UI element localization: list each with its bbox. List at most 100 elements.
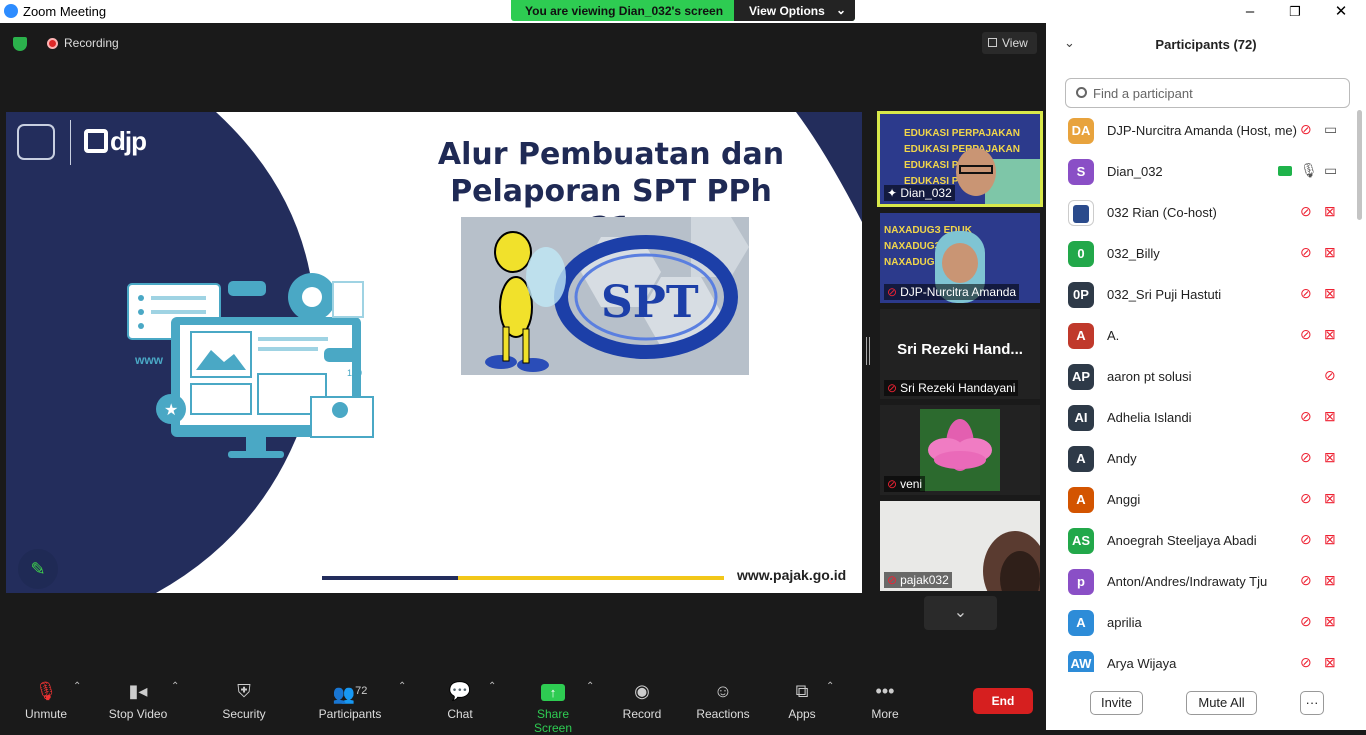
participant-row[interactable]: AP aaron pt solusi ⊘ <box>1046 356 1356 397</box>
participant-row[interactable]: AI Adhelia Islandi ⊘ ⊠ <box>1046 397 1356 438</box>
tile-name-label: ⊘ Sri Rezeki Handayani <box>884 380 1019 396</box>
participant-search-input[interactable]: Find a participant <box>1065 78 1350 108</box>
more-options-button[interactable]: ··· <box>1300 691 1324 715</box>
video-off-icon[interactable]: ⊠ <box>1324 531 1336 548</box>
share-screen-button[interactable]: ↑ Share Screen <box>517 679 589 735</box>
video-camera-icon[interactable]: ▭ <box>1324 121 1337 138</box>
reactions-button[interactable]: ☺ Reactions <box>694 679 752 721</box>
participant-row[interactable]: AW Arya Wijaya ⊘ ⊠ <box>1046 643 1356 672</box>
video-tile[interactable]: EDUKASI PERPAJAKAN EDUKASI PERPAJAKAN ED… <box>877 111 1043 207</box>
viewing-message: You are viewing Dian_032's screen <box>525 4 724 18</box>
participant-row[interactable]: p Anton/Andres/Indrawaty Tju ⊘ ⊠ <box>1046 561 1356 602</box>
scrollbar-thumb[interactable] <box>1357 110 1362 220</box>
end-meeting-button[interactable]: End <box>973 688 1033 714</box>
video-off-icon[interactable]: ⊠ <box>1324 326 1336 343</box>
mic-icon[interactable]: 🎙 <box>1300 162 1318 179</box>
pen-icon: ✎ <box>30 559 46 579</box>
participant-name: DJP-Nurcitra Amanda (Host, me) <box>1107 123 1297 138</box>
video-camera-icon[interactable]: ▭ <box>1324 162 1337 179</box>
participant-row[interactable]: A Anggi ⊘ ⊠ <box>1046 479 1356 520</box>
participant-row[interactable]: A Andy ⊘ ⊠ <box>1046 438 1356 479</box>
search-icon <box>1076 87 1087 98</box>
encryption-shield-icon[interactable] <box>13 37 27 51</box>
apps-icon: ⧉ <box>795 681 809 701</box>
muted-mic-icon[interactable]: ⊘ <box>1300 531 1312 548</box>
participant-list-scrollbar[interactable] <box>1356 110 1363 670</box>
maximize-button[interactable]: ❐ <box>1272 0 1318 23</box>
video-off-icon[interactable]: ⊠ <box>1324 408 1336 425</box>
video-off-icon[interactable]: ⊠ <box>1324 490 1336 507</box>
video-off-icon[interactable]: ⊠ <box>1324 572 1336 589</box>
kemenkeu-logo-icon <box>1073 205 1089 223</box>
participant-avatar: A <box>1068 610 1094 636</box>
record-button[interactable]: ◉ Record <box>620 679 664 721</box>
video-off-icon[interactable]: ⊠ <box>1324 449 1336 466</box>
mute-all-button[interactable]: Mute All <box>1186 691 1257 715</box>
muted-mic-icon[interactable]: ⊘ <box>1300 613 1312 630</box>
muted-mic-icon[interactable]: ⊘ <box>1300 203 1312 220</box>
muted-mic-icon[interactable]: ⊘ <box>1300 654 1312 671</box>
caret-up-icon: ⌃ <box>171 681 180 692</box>
share-screen-icon: ↑ <box>517 679 589 703</box>
muted-mic-icon[interactable]: ⊘ <box>1300 244 1312 261</box>
participant-name: Anoegrah Steeljaya Abadi <box>1107 533 1257 548</box>
participant-row[interactable]: Aaprilia ⊘ ⊠ <box>1046 602 1356 643</box>
participant-name: 032 Rian (Co-host) <box>1107 205 1217 220</box>
participant-row[interactable]: S Dian_032 🎙 ▭ <box>1046 151 1356 192</box>
video-tile[interactable]: Sri Rezeki Hand... ⊘ Sri Rezeki Handayani <box>880 309 1040 399</box>
annotate-pen-button[interactable]: ✎ <box>18 549 58 589</box>
splitter-handle[interactable] <box>866 337 870 365</box>
video-off-icon[interactable]: ⊠ <box>1324 654 1336 671</box>
meeting-toolbar: 🎙 Unmute ⌃ ▮◂ Stop Video ⌃ ⛨ Security 👥72 Pa… <box>0 671 1046 735</box>
participant-row[interactable]: DA DJP-Nurcitra Amanda (Host, me) ⊘ ▭ <box>1046 110 1356 151</box>
muted-mic-icon[interactable]: ⊘ <box>1300 326 1312 343</box>
viewing-banner: You are viewing Dian_032's screen View O… <box>511 0 855 21</box>
caret-up-icon: ⌃ <box>398 681 407 692</box>
invite-button[interactable]: Invite <box>1090 691 1143 715</box>
search-placeholder: Find a participant <box>1093 86 1193 101</box>
muted-mic-icon[interactable]: ⊘ <box>1300 285 1312 302</box>
tile-display-name: Sri Rezeki Hand... <box>897 341 1023 358</box>
djp-logo-text: djp <box>110 126 147 156</box>
unmute-button[interactable]: 🎙 Unmute <box>22 679 70 721</box>
minimize-button[interactable]: – <box>1227 0 1273 23</box>
stop-video-button[interactable]: ▮◂ Stop Video <box>106 679 170 721</box>
footer-bar-navy <box>322 576 458 580</box>
apps-button[interactable]: ⧉ Apps <box>786 679 818 721</box>
muted-mic-icon[interactable]: ⊘ <box>1324 367 1336 384</box>
video-tile[interactable]: NAXADUGЗ EDUK NAXADUGЗ EDUK NAXADUGЗ EDU… <box>880 213 1040 303</box>
djp-logo: djp <box>84 126 147 157</box>
participants-button[interactable]: 👥72 Participants <box>316 679 384 721</box>
video-tile[interactable]: ⊘ pajak032 <box>880 501 1040 591</box>
muted-mic-icon[interactable]: ⊘ <box>1300 121 1312 138</box>
recording-label[interactable]: Recording <box>64 36 119 50</box>
muted-mic-icon[interactable]: ⊘ <box>1300 490 1312 507</box>
participant-row[interactable]: AS Anoegrah Steeljaya Abadi ⊘ ⊠ <box>1046 520 1356 561</box>
website-url: www.pajak.go.id <box>737 567 847 583</box>
svg-text:EDUKASI PERPAJAKAN: EDUKASI PERPAJAKAN <box>904 144 1020 155</box>
view-button[interactable]: View <box>982 32 1037 54</box>
participant-row[interactable]: 0P 032_Sri Puji Hastuti ⊘ ⊠ <box>1046 274 1356 315</box>
video-off-icon[interactable]: ⊠ <box>1324 613 1336 630</box>
video-off-icon[interactable]: ⊠ <box>1324 244 1336 261</box>
participant-row[interactable]: A A. ⊘ ⊠ <box>1046 315 1356 356</box>
caret-up-icon: ⌃ <box>488 681 497 692</box>
video-tile[interactable]: ⊘ veni <box>880 405 1040 495</box>
chat-bubble-icon: 💬 <box>448 681 472 701</box>
view-options-button[interactable]: View Options ⌄ <box>734 0 855 21</box>
video-off-icon[interactable]: ⊠ <box>1324 285 1336 302</box>
chat-button[interactable]: 💬 Chat <box>444 679 476 721</box>
video-off-icon[interactable]: ⊠ <box>1324 203 1336 220</box>
participant-row[interactable]: 0 032_Billy ⊘ ⊠ <box>1046 233 1356 274</box>
security-button[interactable]: ⛨ Security <box>220 679 268 721</box>
muted-mic-icon[interactable]: ⊘ <box>1300 408 1312 425</box>
participant-row[interactable]: 032 Rian (Co-host) ⊘ ⊠ <box>1046 192 1356 233</box>
close-button[interactable]: ✕ <box>1318 0 1364 23</box>
muted-mic-icon[interactable]: ⊘ <box>1300 572 1312 589</box>
recording-icon[interactable] <box>47 38 58 49</box>
tiles-scroll-down-button[interactable]: ⌄ <box>924 596 997 630</box>
more-button[interactable]: ••• More <box>866 679 904 721</box>
muted-mic-icon[interactable]: ⊘ <box>1300 449 1312 466</box>
participant-avatar: S <box>1068 159 1094 185</box>
caret-up-icon: ⌃ <box>586 681 595 692</box>
